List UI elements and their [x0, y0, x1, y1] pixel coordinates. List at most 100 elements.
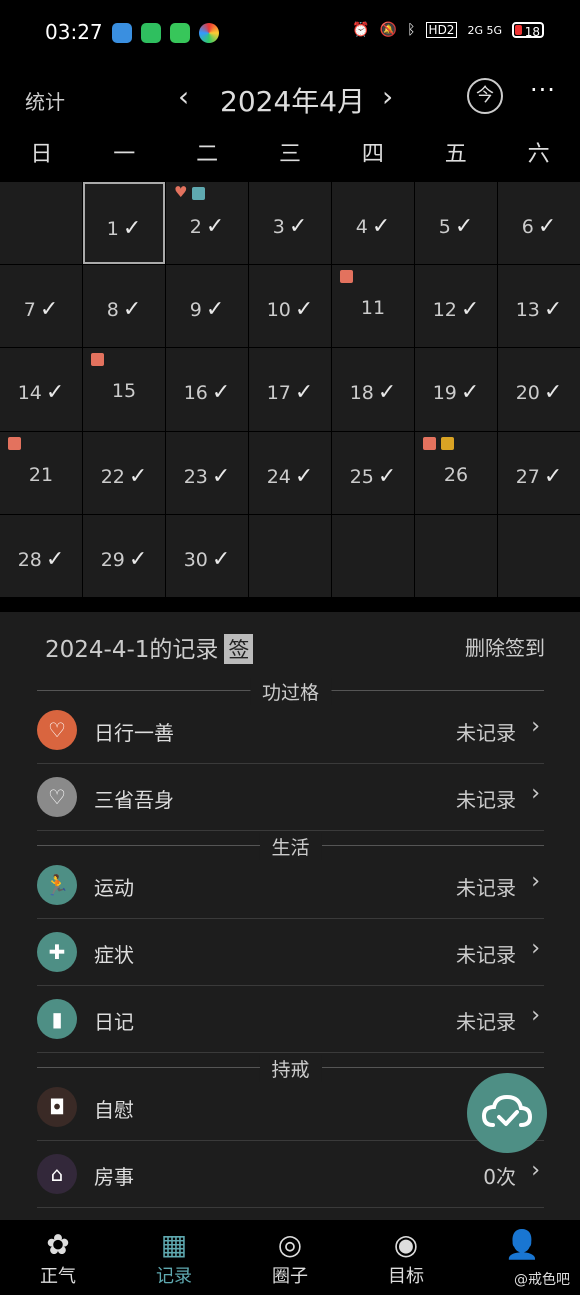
calendar-day-cell[interactable] [332, 514, 414, 597]
calendar-day-cell[interactable] [498, 514, 580, 597]
calendar-day-cell[interactable]: 11 [332, 265, 414, 348]
toilet-paper-icon [91, 353, 104, 367]
day-label: 19 [432, 382, 457, 405]
calendar-day-cell[interactable]: 22 ✓ [83, 431, 165, 514]
toilet-paper-icon: ◘ [37, 1087, 77, 1127]
calendar-day-cell[interactable]: 6 ✓ [498, 182, 580, 265]
toilet-paper-icon [8, 436, 21, 450]
calendar-day-cell[interactable]: 9 ✓ [166, 265, 248, 348]
day-number: 20 ✓ [498, 380, 580, 405]
calendar-day-cell[interactable]: ♥ 2 ✓ [166, 182, 248, 265]
calendar-day-cell[interactable]: 10 ✓ [249, 265, 331, 348]
day-number: 4 ✓ [332, 214, 414, 239]
calendar-day-cell[interactable]: 14 ✓ [0, 348, 82, 431]
day-number: 21 [0, 464, 82, 486]
day-label: 30 [183, 548, 208, 571]
checkmark-icon: ✓ [543, 463, 563, 489]
calendar-day-cell[interactable]: 20 ✓ [498, 348, 580, 431]
nav-tab[interactable]: ▦ 记录 [116, 1220, 232, 1295]
day-number: 29 ✓ [83, 547, 165, 572]
delete-checkin-button[interactable]: 删除签到 [465, 632, 545, 661]
phone-notification-icon [141, 23, 161, 43]
calendar-day-cell[interactable]: 17 ✓ [249, 348, 331, 431]
day-number: 2 ✓ [166, 214, 248, 239]
stats-button[interactable]: 统计 [25, 86, 65, 115]
nav-tab[interactable]: ✿ 正气 [0, 1220, 116, 1295]
calendar-day-cell[interactable]: 28 ✓ [0, 514, 82, 597]
record-row[interactable]: ♡ 日行一善 未记录 › [37, 697, 544, 764]
calendar-day-cell[interactable]: 5 ✓ [415, 182, 497, 265]
checkmark-icon: ✓ [371, 214, 391, 239]
toilet-paper-icon [340, 270, 353, 284]
calendar-day-cell[interactable]: 30 ✓ [166, 514, 248, 597]
calendar-day-cell[interactable]: 26 [415, 431, 497, 514]
calendar-day-cell[interactable]: 15 [83, 348, 165, 431]
record-row[interactable]: ♡ 三省吾身 未记录 › [37, 764, 544, 831]
next-month-button[interactable]: › [382, 80, 393, 113]
calendar-day-cell[interactable]: 8 ✓ [83, 265, 165, 348]
day-number: 24 ✓ [249, 464, 331, 489]
record-row[interactable]: ▮ 日记 未记录 › [37, 986, 544, 1053]
calendar-day-cell[interactable]: 12 ✓ [415, 265, 497, 348]
day-label: 18 [349, 382, 374, 405]
chevron-right-icon: › [531, 781, 540, 806]
record-row-label: 日记 [94, 1010, 134, 1034]
record-title: 2024-4-1的记录签 [45, 630, 254, 664]
chevron-right-icon: › [531, 936, 540, 961]
day-number: 18 ✓ [332, 380, 414, 405]
calendar-day-cell[interactable]: 19 ✓ [415, 348, 497, 431]
chevron-right-icon: › [531, 714, 540, 739]
day-label: 12 [432, 299, 457, 322]
day-label: 11 [360, 297, 386, 320]
checkmark-icon: ✓ [211, 463, 231, 489]
calendar-day-cell[interactable]: 16 ✓ [166, 348, 248, 431]
cloud-check-icon [481, 1094, 533, 1127]
calendar-day-cell[interactable]: 29 ✓ [83, 514, 165, 597]
day-label: 2 [189, 216, 202, 238]
calendar-day-cell[interactable]: 18 ✓ [332, 348, 414, 431]
section-divider: 生活 [37, 833, 544, 860]
lotus-icon: ✿ [46, 1228, 70, 1261]
calendar-day-cell[interactable]: 23 ✓ [166, 431, 248, 514]
day-label: 5 [438, 216, 451, 238]
weekday-label: 日 [30, 142, 53, 167]
cloud-sync-button[interactable] [467, 1073, 547, 1153]
day-number: 13 ✓ [498, 297, 580, 322]
checkmark-icon: ✓ [128, 463, 148, 489]
day-label: 29 [100, 548, 125, 571]
record-row-value: 未记录 [456, 943, 516, 967]
calendar-day-cell[interactable]: 24 ✓ [249, 431, 331, 514]
calendar-day-cell[interactable] [249, 514, 331, 597]
calendar-day-cell[interactable]: 4 ✓ [332, 182, 414, 265]
alarm-icon: ⏰ [352, 22, 370, 38]
calendar-day-cell[interactable]: 13 ✓ [498, 265, 580, 348]
checkmark-icon: ✓ [211, 380, 231, 406]
checkmark-icon: ✓ [543, 297, 563, 323]
prev-month-button[interactable]: ‹ [178, 80, 189, 113]
calendar-day-cell[interactable]: 25 ✓ [332, 431, 414, 514]
day-label: 21 [28, 463, 54, 486]
day-label: 22 [100, 465, 125, 488]
nav-tab-label: 记录 [156, 1266, 192, 1287]
nav-tab[interactable]: ◎ 圈子 [232, 1220, 348, 1295]
calendar-day-cell[interactable]: 27 ✓ [498, 431, 580, 514]
nav-tab[interactable]: ◉ 目标 [348, 1220, 464, 1295]
calendar-day-cell[interactable]: 3 ✓ [249, 182, 331, 265]
calendar-day-cell[interactable]: 21 [0, 431, 82, 514]
weekday-label: 二 [196, 142, 219, 167]
calendar-day-cell[interactable] [0, 182, 82, 265]
day-label: 7 [23, 299, 36, 322]
record-row[interactable]: ✚ 症状 未记录 › [37, 919, 544, 986]
calendar-day-cell[interactable]: 1 ✓ [83, 182, 165, 265]
weekday-label: 六 [527, 142, 550, 167]
calendar-day-cell[interactable] [415, 514, 497, 597]
today-button[interactable]: 今 [467, 78, 503, 114]
nav-tab-label: 正气 [40, 1266, 76, 1287]
weekday-row: 日 一 二 三 四 五 六 [0, 128, 580, 182]
calendar-day-cell[interactable]: 7 ✓ [0, 265, 82, 348]
record-row[interactable]: 🏃 运动 未记录 › [37, 852, 544, 919]
day-number: 5 ✓ [415, 214, 497, 239]
more-icon[interactable]: ··· [530, 76, 556, 104]
checkmark-icon: ✓ [294, 380, 314, 406]
bottom-navigation: ✿ 正气 ▦ 记录 ◎ 圈子 ◉ 目标 👤 [0, 1220, 580, 1295]
